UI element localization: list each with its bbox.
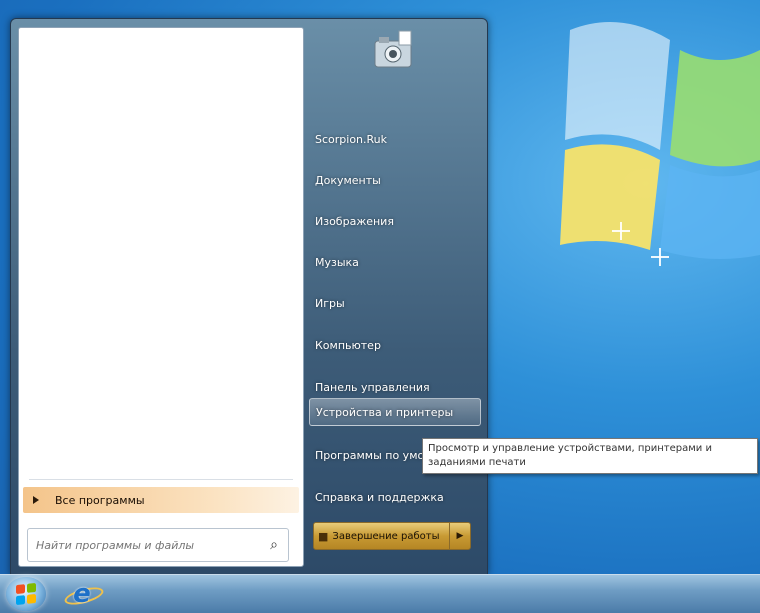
start-menu-left-pane: Все программы ⌕ (18, 27, 304, 567)
menu-item-label: Панель управления (315, 380, 430, 394)
program-list (19, 28, 303, 478)
menu-item-label: Изображения (315, 214, 394, 228)
windows-flag-wallpaper (560, 22, 760, 259)
chevron-right-icon[interactable]: ▶ (449, 523, 470, 549)
taskbar: e (0, 574, 760, 613)
menu-item-documents[interactable]: Документы (309, 166, 481, 194)
sparkle-icon (612, 222, 630, 240)
search-input[interactable] (36, 538, 256, 552)
menu-item-label: Музыка (315, 255, 359, 269)
sparkle-icon (651, 248, 669, 266)
menu-item-computer[interactable]: Компьютер (309, 331, 481, 359)
menu-item-music[interactable]: Музыка (309, 248, 481, 276)
menu-item-label: Игры (315, 296, 345, 310)
user-picture-icon[interactable] (369, 27, 417, 79)
divider (29, 479, 293, 480)
shutdown-label: Завершение работы (332, 530, 440, 542)
menu-item-label: Документы (315, 173, 381, 187)
start-button[interactable] (6, 577, 46, 611)
menu-item-control-panel[interactable]: Панель управления (309, 373, 481, 401)
start-menu-right-pane: Scorpion.Ruk Документы Изображения Музык… (309, 19, 487, 574)
internet-explorer-icon[interactable]: e (68, 579, 96, 609)
shutdown-main[interactable]: ■ Завершение работы (314, 523, 449, 549)
menu-item-help-support[interactable]: Справка и поддержка (309, 483, 481, 511)
menu-item-games[interactable]: Игры (309, 289, 481, 317)
menu-item-label: Scorpion.Ruk (315, 132, 388, 146)
tooltip: Просмотр и управление устройствами, прин… (422, 438, 758, 474)
menu-item-label: Устройства и принтеры (316, 405, 454, 419)
search-box[interactable]: ⌕ (27, 528, 289, 562)
windows-logo-icon (16, 582, 36, 606)
menu-item-devices-printers[interactable]: Устройства и принтеры (309, 398, 481, 426)
start-menu: Все программы ⌕ Scorpion.Ruk Документы И… (10, 18, 488, 575)
menu-item-pictures[interactable]: Изображения (309, 207, 481, 235)
triangle-right-icon (33, 496, 39, 504)
menu-item-label: Справка и поддержка (315, 490, 444, 504)
all-programs-label: Все программы (55, 493, 145, 507)
menu-item-user[interactable]: Scorpion.Ruk (309, 125, 481, 153)
all-programs-button[interactable]: Все программы (23, 487, 299, 513)
menu-item-label: Компьютер (315, 338, 381, 352)
shutdown-button[interactable]: ■ Завершение работы ▶ (313, 522, 471, 550)
search-icon[interactable]: ⌕ (270, 537, 278, 553)
tooltip-text: Просмотр и управление устройствами, прин… (428, 443, 712, 468)
shield-icon: ■ (318, 529, 329, 543)
